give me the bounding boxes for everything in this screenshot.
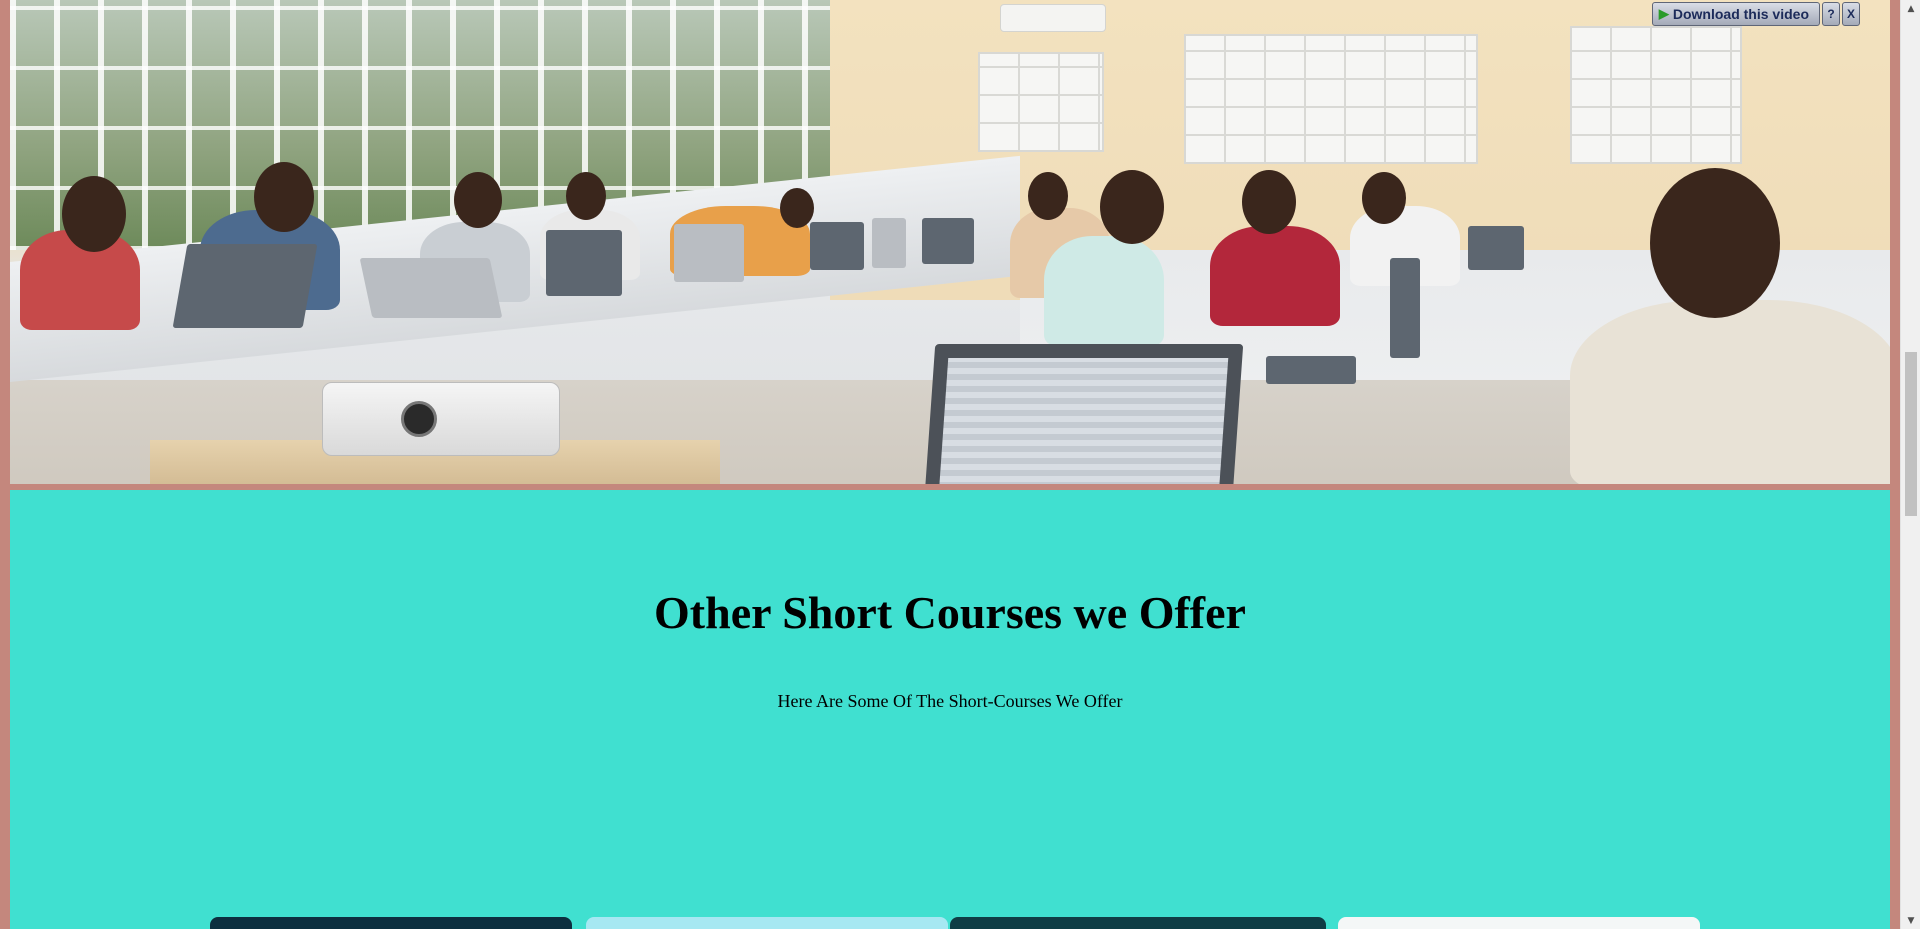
student: [1044, 236, 1164, 346]
laptop: [1266, 356, 1356, 384]
student: [1028, 172, 1068, 220]
wall-shelf: [978, 52, 1104, 152]
download-toolbar: ▶ Download this video ? X: [1651, 2, 1860, 26]
projector-lens: [401, 401, 437, 437]
section-subheading: Here Are Some Of The Short-Courses We Of…: [777, 691, 1123, 711]
laptop: [1468, 226, 1524, 270]
laptop: [1390, 258, 1420, 358]
course-card[interactable]: [210, 917, 572, 929]
close-button[interactable]: X: [1842, 2, 1860, 26]
student: [454, 172, 502, 228]
play-icon: ▶: [1658, 6, 1669, 21]
student: [1362, 172, 1406, 224]
student: [1570, 300, 1890, 484]
student: [1650, 168, 1780, 318]
scroll-up-icon[interactable]: ▲: [1901, 0, 1920, 17]
student: [62, 176, 126, 252]
page-viewport: ▶ Download this video ? X Other Short Co…: [0, 0, 1900, 929]
short-courses-section: Other Short Courses we Offer Here Are So…: [10, 490, 1890, 929]
section-heading: Other Short Courses we Offer: [654, 587, 1246, 638]
wall-shelf: [1570, 26, 1742, 164]
laptop: [810, 222, 864, 270]
air-conditioner: [1000, 4, 1106, 32]
laptop: [172, 244, 318, 328]
laptop: [359, 258, 503, 318]
laptop: [924, 344, 1244, 484]
download-video-label: Download this video: [1672, 6, 1809, 22]
student: [1242, 170, 1296, 234]
student: [1210, 226, 1340, 326]
laptop: [546, 230, 622, 296]
student: [1100, 170, 1164, 244]
course-card[interactable]: [1338, 917, 1700, 929]
laptop: [872, 218, 906, 268]
scrollbar-thumb[interactable]: [1905, 352, 1917, 516]
help-button[interactable]: ?: [1822, 2, 1840, 26]
laptop: [674, 224, 744, 282]
course-card[interactable]: [950, 917, 1326, 929]
laptop: [922, 218, 974, 264]
student: [780, 188, 814, 228]
download-video-button[interactable]: ▶ Download this video: [1651, 2, 1820, 26]
laptop-screen: [938, 358, 1229, 484]
wall-shelf: [1184, 34, 1478, 164]
hero-video[interactable]: ▶ Download this video ? X: [10, 0, 1890, 484]
projector: [322, 382, 560, 456]
scroll-down-icon[interactable]: ▼: [1901, 912, 1920, 929]
course-card[interactable]: [586, 917, 948, 929]
vertical-scrollbar[interactable]: ▲ ▼: [1900, 0, 1920, 929]
student: [566, 172, 606, 220]
student: [254, 162, 314, 232]
